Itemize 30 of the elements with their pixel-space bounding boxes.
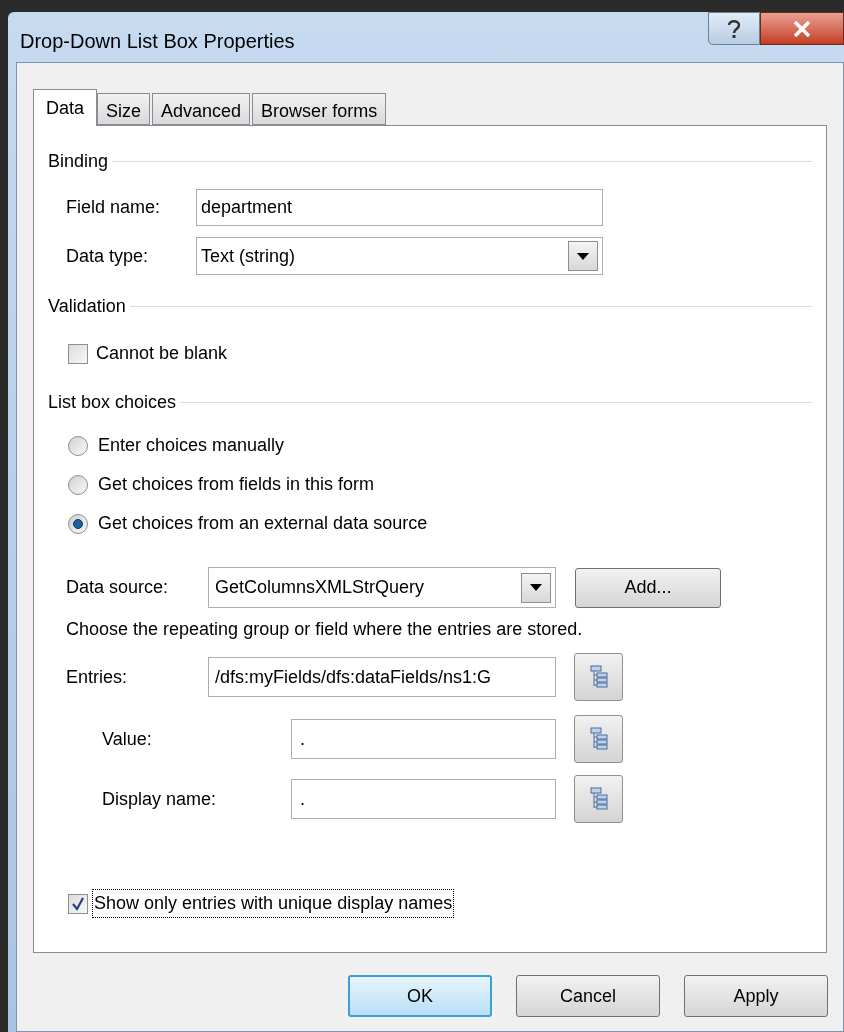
field-label: Field name: xyxy=(66,196,162,219)
field-label: Entries: xyxy=(66,665,129,689)
dialog-button[interactable]: Apply xyxy=(684,975,828,1017)
field-label: Data type: xyxy=(66,244,150,268)
value-input[interactable]: . xyxy=(291,719,556,759)
data-source-select[interactable]: GetColumnsXMLStrQuery xyxy=(208,567,556,608)
dialog-button[interactable]: Cancel xyxy=(516,975,660,1017)
tab[interactable]: Size xyxy=(97,93,151,125)
window-title: Drop-Down List Box Properties xyxy=(20,29,295,54)
entries-input[interactable]: /dfs:myFields/dfs:dataFields/ns1:G xyxy=(208,657,556,697)
tab[interactable]: Browser forms xyxy=(252,93,387,125)
field-label: Value: xyxy=(102,727,153,751)
tab[interactable]: Advanced xyxy=(152,93,251,125)
display-name-input[interactable]: . xyxy=(291,779,556,819)
dialog-button[interactable]: OK xyxy=(348,975,492,1017)
group-title: List box choices xyxy=(48,391,177,414)
radio-label: Get choices from fields in this form xyxy=(98,473,375,496)
group-title: Binding xyxy=(48,150,109,173)
add-button[interactable]: Add... xyxy=(575,567,721,608)
field-label: Data source: xyxy=(66,576,170,599)
radio-label: Get choices from an external data source xyxy=(98,512,428,535)
checkbox-label: Show only entries with unique display names xyxy=(92,889,455,918)
field-label: Display name: xyxy=(102,787,218,811)
data-type-select[interactable]: Text (string) xyxy=(196,237,603,275)
radio-label: Enter choices manually xyxy=(98,434,285,457)
field-name-input[interactable]: department xyxy=(196,189,603,226)
instruction-text: Choose the repeating group or field where the entries are stored. xyxy=(66,618,583,641)
checkbox-label: Cannot be blank xyxy=(96,342,228,365)
tab[interactable]: Data xyxy=(33,89,98,126)
group-title: Validation xyxy=(48,295,126,318)
